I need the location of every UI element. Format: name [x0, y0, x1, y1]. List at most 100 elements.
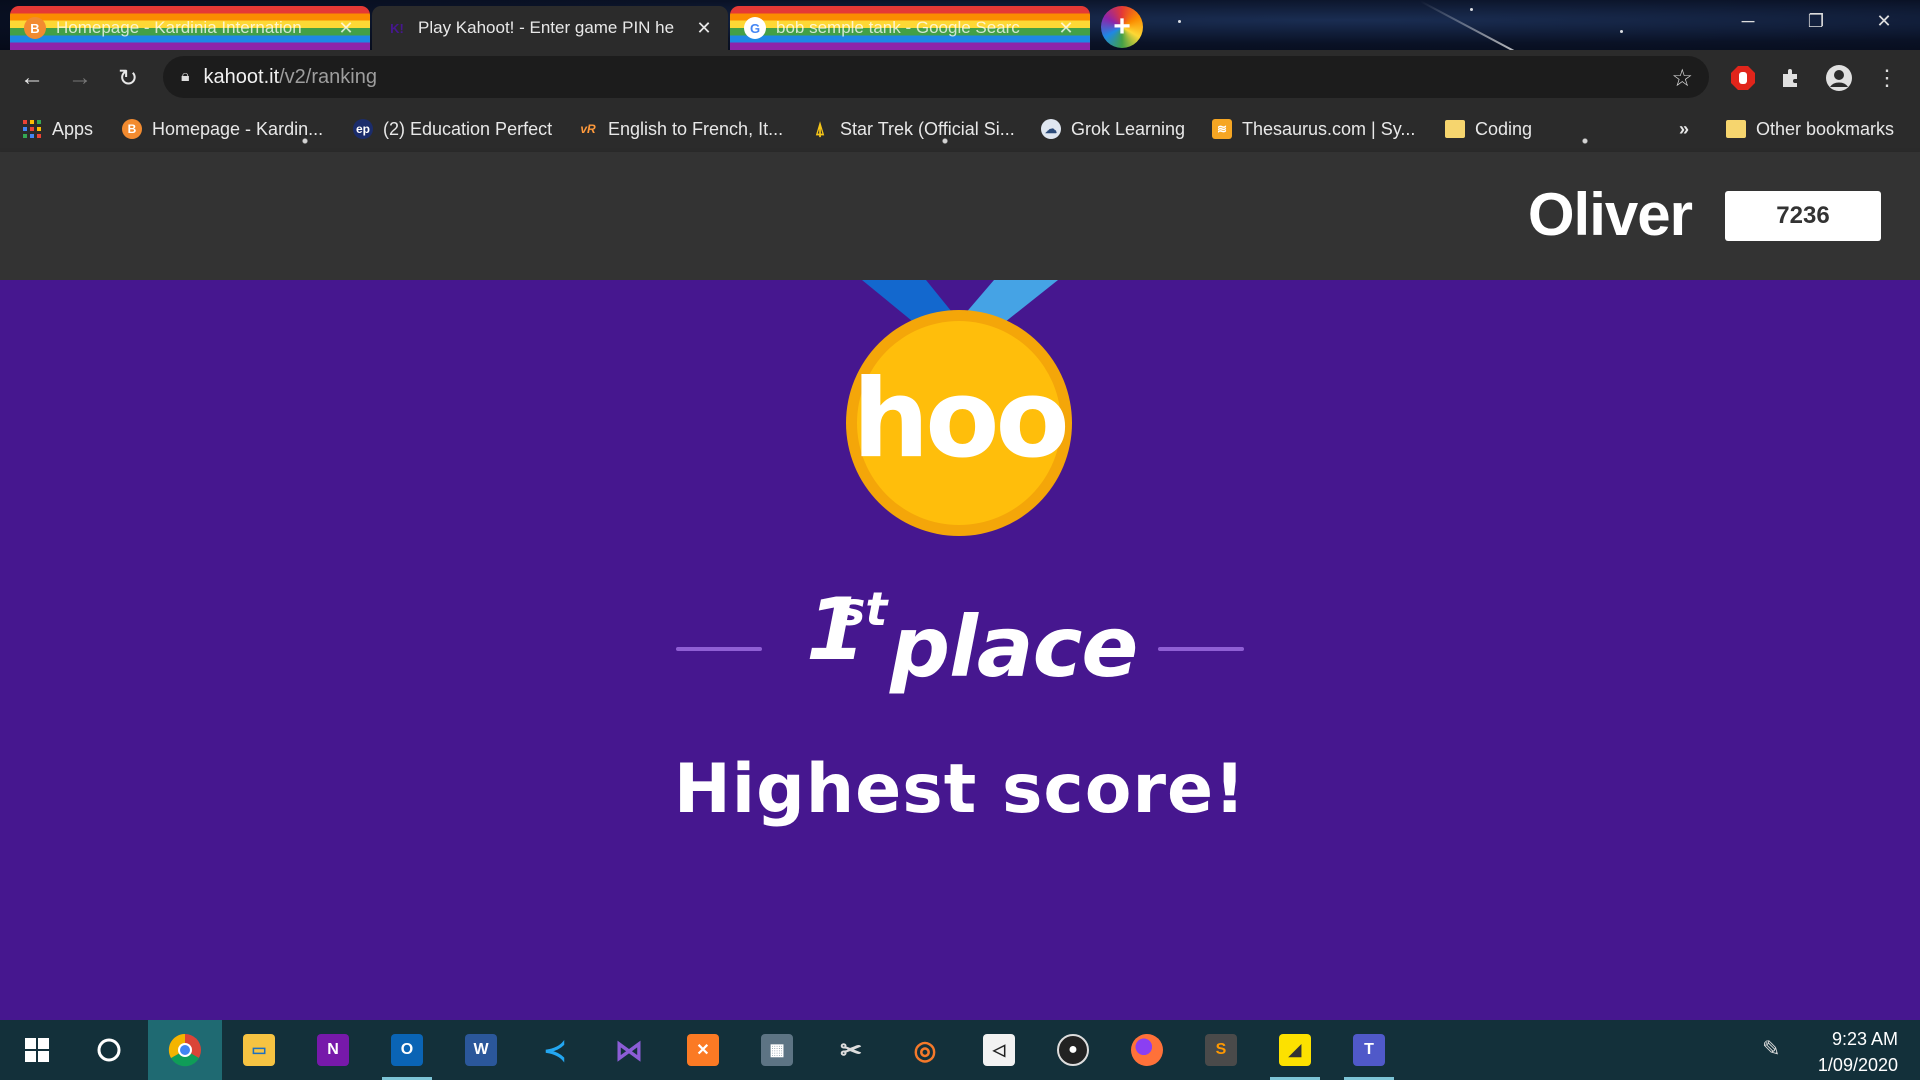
- start-button[interactable]: [0, 1020, 74, 1080]
- kahoot-favicon-icon: K!: [390, 20, 404, 36]
- snip-sketch-icon: ✂: [840, 1034, 862, 1065]
- address-bar[interactable]: 🔒︎ kahoot.it/v2/ranking ☆: [163, 56, 1709, 98]
- tab-google-search[interactable]: G bob semple tank - Google Searc ✕: [730, 6, 1090, 50]
- bookmark-label: Coding: [1475, 118, 1533, 139]
- close-tab-icon[interactable]: ✕: [336, 18, 356, 39]
- bookmark-star-trek[interactable]: ⍋ Star Trek (Official Si...: [810, 114, 1015, 144]
- cortana-button[interactable]: [72, 1020, 146, 1080]
- kahoot-player-header: Oliver 7236: [0, 152, 1920, 280]
- bookmark-label: Other bookmarks: [1756, 118, 1895, 139]
- star-trek-icon: ⍋: [814, 118, 826, 139]
- bookmark-label: English to French, It...: [608, 118, 784, 139]
- taskbar-onenote[interactable]: N: [296, 1020, 370, 1080]
- folder-icon: [1726, 120, 1746, 138]
- close-tab-icon[interactable]: ✕: [1056, 18, 1076, 39]
- taskbar-clock[interactable]: 9:23 AM 1/09/2020: [1818, 1026, 1898, 1078]
- bookmark-star-icon[interactable]: ☆: [1671, 64, 1693, 93]
- cortana-circle-icon: [97, 1038, 121, 1062]
- blogger-icon: B: [122, 119, 142, 139]
- bookmarks-bar: Apps B Homepage - Kardin... ep (2) Educa…: [0, 106, 1920, 152]
- word-icon: W: [465, 1034, 497, 1066]
- place-divider-left: [676, 647, 762, 651]
- bookmark-grok-learning[interactable]: ☁ Grok Learning: [1041, 114, 1185, 144]
- bookmark-english-to-french[interactable]: vR English to French, It...: [578, 114, 783, 144]
- star-decoration: [1178, 20, 1181, 23]
- outlook-icon: O: [391, 1034, 423, 1066]
- bookmark-homepage[interactable]: B Homepage - Kardin...: [122, 114, 323, 144]
- windows-taskbar: ▭ N O W ≺ ⋈ ✕ ▦ ✂ ◎ ◁ ● S ◢ T ✎ 9:23 AM …: [0, 1020, 1920, 1080]
- taskbar-outlook[interactable]: O: [370, 1020, 444, 1080]
- ranking-subtitle: Highest score!: [673, 750, 1247, 829]
- taskbar-obs[interactable]: ●: [1036, 1020, 1110, 1080]
- taskbar-unity[interactable]: ◁: [962, 1020, 1036, 1080]
- taskbar-visual-studio[interactable]: ⋈: [592, 1020, 666, 1080]
- bookmark-label: Grok Learning: [1071, 118, 1186, 139]
- bookmark-apps[interactable]: Apps: [22, 114, 93, 144]
- tab-kahoot[interactable]: K! Play Kahoot! - Enter game PIN he ✕: [372, 6, 728, 50]
- wordreference-icon: vR: [580, 122, 596, 136]
- player-name: Oliver: [1527, 181, 1693, 248]
- onenote-icon: N: [317, 1034, 349, 1066]
- url-path: /v2/ranking: [279, 65, 377, 88]
- star-decoration: [1470, 8, 1473, 11]
- firefox-icon: [1131, 1034, 1163, 1066]
- bookmark-thesaurus[interactable]: ≋ Thesaurus.com | Sy...: [1212, 114, 1415, 144]
- bookmarks-overflow-button[interactable]: »: [1679, 114, 1689, 144]
- taskbar-teams[interactable]: T: [1332, 1020, 1406, 1080]
- close-window-button[interactable]: ✕: [1852, 0, 1916, 42]
- new-tab-button[interactable]: +: [1101, 6, 1143, 48]
- extensions-puzzle-icon[interactable]: [1775, 62, 1807, 94]
- taskbar-file-explorer[interactable]: ▭: [222, 1020, 296, 1080]
- gold-medal-icon: hoo: [846, 310, 1072, 536]
- other-bookmarks[interactable]: Other bookmarks: [1726, 114, 1894, 144]
- grok-icon: ☁: [1041, 119, 1061, 139]
- sticky-notes-icon: ◢: [1279, 1034, 1311, 1066]
- adblock-extension-icon[interactable]: [1727, 62, 1759, 94]
- taskbar-word[interactable]: W: [444, 1020, 518, 1080]
- taskbar-snip[interactable]: ✂: [814, 1020, 888, 1080]
- obs-icon: ●: [1057, 1034, 1089, 1066]
- bookmark-education-perfect[interactable]: ep (2) Education Perfect: [353, 114, 552, 144]
- shooting-star-decoration: [1419, 0, 1527, 50]
- bookmark-label: Homepage - Kardin...: [152, 118, 324, 139]
- chrome-menu-icon[interactable]: ⋮: [1871, 62, 1903, 94]
- player-score: 7236: [1725, 191, 1881, 241]
- folder-icon: [1445, 120, 1465, 138]
- tab-strip: B Homepage - Kardinia Internation ✕ K! P…: [0, 0, 1920, 50]
- windows-logo-icon: [25, 1038, 49, 1062]
- blender-icon: ◎: [913, 1034, 937, 1065]
- tab-title: bob semple tank - Google Searc: [776, 18, 1020, 37]
- taskbar-chrome[interactable]: [148, 1020, 222, 1080]
- taskbar-blender[interactable]: ◎: [888, 1020, 962, 1080]
- blogger-favicon-icon: B: [24, 17, 46, 39]
- bookmark-label: Apps: [52, 118, 94, 139]
- taskbar-vscode[interactable]: ≺: [518, 1020, 592, 1080]
- restore-button[interactable]: ❐: [1784, 0, 1848, 42]
- url-host: kahoot.it: [203, 65, 280, 88]
- calculator-icon: ▦: [761, 1034, 793, 1066]
- forward-button[interactable]: →: [64, 62, 96, 94]
- education-perfect-icon: ep: [353, 119, 373, 139]
- pen-workspace-icon[interactable]: ✎: [1762, 1036, 1780, 1062]
- back-button[interactable]: ←: [16, 62, 48, 94]
- taskbar-firefox[interactable]: [1110, 1020, 1184, 1080]
- bookmark-coding-folder[interactable]: Coding: [1445, 114, 1532, 144]
- profile-avatar-icon[interactable]: [1823, 62, 1855, 94]
- place-divider-right: [1158, 647, 1244, 651]
- clock-time: 9:23 AM: [1831, 1029, 1898, 1049]
- tab-title: Homepage - Kardinia Internation: [56, 18, 302, 37]
- tab-homepage[interactable]: B Homepage - Kardinia Internation ✕: [10, 6, 370, 50]
- minimize-button[interactable]: ─: [1716, 0, 1780, 42]
- taskbar-calculator[interactable]: ▦: [740, 1020, 814, 1080]
- sublime-icon: S: [1205, 1034, 1237, 1066]
- medal-text: hoo: [852, 356, 1069, 482]
- reload-button[interactable]: ↻: [112, 62, 144, 94]
- place-suffix: st: [838, 582, 888, 636]
- thesaurus-icon: ≋: [1212, 119, 1232, 139]
- lock-icon: 🔒︎: [181, 68, 190, 85]
- taskbar-sublime[interactable]: S: [1184, 1020, 1258, 1080]
- teams-icon: T: [1353, 1034, 1385, 1066]
- close-tab-icon[interactable]: ✕: [694, 18, 714, 39]
- taskbar-sticky-notes[interactable]: ◢: [1258, 1020, 1332, 1080]
- taskbar-xampp[interactable]: ✕: [666, 1020, 740, 1080]
